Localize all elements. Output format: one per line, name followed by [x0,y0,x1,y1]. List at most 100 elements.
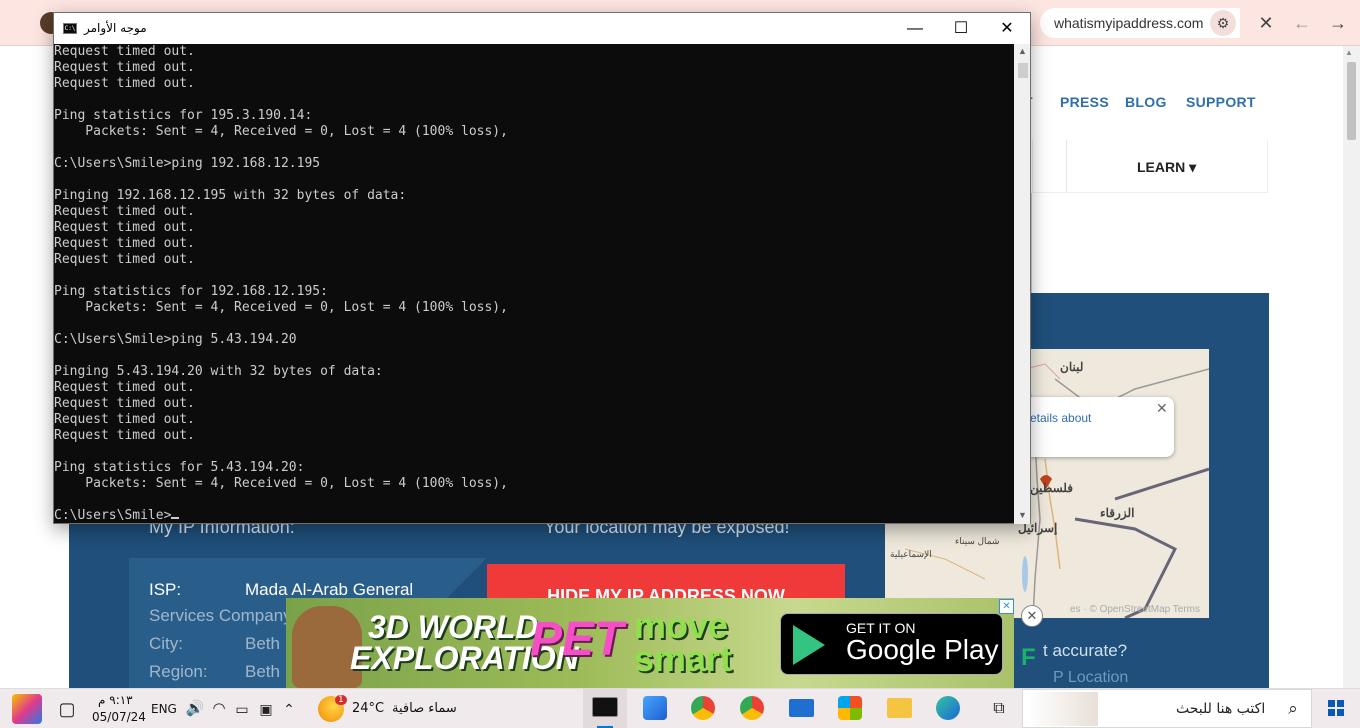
cmd-output-line: Request timed out. [54,236,195,251]
back-arrow-icon[interactable]: ← [1291,12,1313,34]
map-label-sinai: شمال سيناء [955,536,1000,546]
cmd-output-line: Request timed out. [54,60,195,75]
cmd-output-line: Packets: Sent = 4, Received = 0, Lost = … [54,300,508,315]
ip-location-link[interactable]: P Location [1053,669,1128,687]
map-label-palestine: فلسطين [1030,481,1074,495]
cmd-output-line: Request timed out. [54,428,195,443]
show-hidden-icons-chevron-icon[interactable]: ⌃ [278,698,300,720]
cmd-output-line: Request timed out. [54,220,195,235]
cmd-scrollbar[interactable] [1014,44,1030,524]
weather-condition[interactable]: سماء صافية [392,701,457,716]
widgets-icon[interactable] [12,694,42,724]
cmd-prompt-line[interactable]: C:\Users\Smile> [54,508,1014,524]
isp-value-continued: Services Company [149,606,292,625]
taskbar-mail-icon[interactable] [789,699,814,717]
taskbar-file-explorer-icon[interactable] [887,698,912,718]
taskbar-photos-icon[interactable] [643,696,667,720]
volume-icon[interactable]: 🔊 [184,698,206,720]
map-popup-text[interactable]: etails about [1030,411,1091,425]
cmd-output-line: Packets: Sent = 4, Received = 0, Lost = … [54,124,508,139]
close-icon[interactable]: ✕ [1255,12,1277,34]
close-button[interactable]: ✕ [984,13,1030,44]
cmd-output-line: Request timed out. [54,380,195,395]
forward-arrow-icon[interactable]: → [1327,12,1349,34]
cmd-scroll-up-icon[interactable]: ▲ [1018,46,1027,56]
cmd-output-line [54,172,1014,188]
minimize-button[interactable]: — [892,13,938,44]
meet-now-icon[interactable]: ▣ [255,698,277,720]
weather-temp[interactable]: 24°C [352,701,384,716]
maximize-button[interactable]: ☐ [938,13,984,44]
nav-link-press[interactable]: PRESS [1060,94,1109,110]
desktop-screen: whatismyipaddress.com ⚙ ✕ ← → ▲ T PRESS … [0,0,1360,728]
cmd-output-line: Ping statistics for 192.168.12.195: [54,284,328,299]
cmd-output-line: C:\Users\Smile>ping 192.168.12.195 [54,156,321,171]
start-windows-icon[interactable] [1328,700,1344,716]
cmd-output-line [54,444,1014,460]
learn-menu[interactable]: LEARN ▾ [1137,159,1196,176]
google-play-name: Google Play [846,634,999,665]
wifi-icon[interactable]: ◠ [208,698,230,720]
nav-link-support[interactable]: SUPPORT [1186,94,1256,110]
language-indicator[interactable]: ENG [151,702,177,716]
ad-smart-text: smart [634,638,733,679]
map-label-ismailia: الإسماعيلية [890,549,932,559]
accuracy-question: t accurate? [1043,641,1128,660]
cmd-title-bar[interactable]: C:\ موجه الأوامر — ☐ ✕ [54,13,1030,44]
menu-divider [1066,140,1067,193]
cmd-scroll-down-icon[interactable]: ▼ [1018,510,1027,520]
cmd-window[interactable]: C:\ موجه الأوامر — ☐ ✕ Request timed out… [53,12,1031,524]
cmd-output[interactable]: Request timed out. Request timed out. Requ… [54,44,1014,524]
clock-date[interactable]: 05/07/24 [92,710,146,724]
city-value: Beth [245,634,280,653]
map-attribution: es · © OpenStreetMap Terms [1070,604,1201,615]
ad-pet-logo: PET [530,613,624,666]
search-placeholder[interactable]: اكتب هنا للبحث [1176,701,1265,717]
taskbar-chrome-icon[interactable] [691,696,715,720]
cmd-output-line [54,348,1014,364]
cmd-output-line: Request timed out. [54,412,195,427]
scroll-up-arrow-icon[interactable]: ▲ [1345,48,1353,57]
cmd-output-line: Ping statistics for 5.43.194.20: [54,460,305,475]
cmd-output-line: Request timed out. [54,396,195,411]
cmd-output-line [54,268,1014,284]
cmd-output-line: Pinging 5.43.194.20 with 32 bytes of dat… [54,364,383,379]
nav-link-blog[interactable]: BLOG [1125,94,1167,110]
cmd-output-line: Request timed out. [54,252,195,267]
cmd-output-line [54,92,1014,108]
battery-icon[interactable]: ▭ [231,698,253,720]
page-scrollbar-thumb[interactable] [1347,62,1356,140]
ad-f-logo-icon[interactable]: F [1021,644,1036,672]
ip-info-panel-tab [447,558,487,598]
cmd-output-line: Packets: Sent = 4, Received = 0, Lost = … [54,476,508,491]
map-popup [1010,397,1174,457]
cmd-output-line [54,316,1014,332]
address-bar-url[interactable]: whatismyipaddress.com [1054,15,1203,31]
ad-close-button[interactable]: ✕ [1021,605,1043,627]
notifications-icon[interactable]: ▢ [56,698,78,720]
taskbar-cmd-icon[interactable] [592,697,618,717]
task-view-icon[interactable]: ⧉ [988,698,1010,720]
clock-time[interactable]: ٩:١٣ م [98,693,133,707]
cmd-scrollbar-thumb[interactable] [1018,63,1028,78]
taskbar-edge-icon[interactable] [936,696,960,720]
cmd-output-line: Request timed out. [54,76,195,91]
text-cursor [171,517,180,519]
search-highlight-image [1028,692,1098,726]
city-label: City: [149,634,183,653]
cmd-app-icon: C:\ [63,23,77,34]
cmd-output-line: Pinging 192.168.12.195 with 32 bytes of … [54,188,407,203]
hide-ip-button[interactable]: HIDE MY IP ADDRESS NOW [487,564,845,600]
weather-badge: 1 [335,695,347,705]
map-label-lebanon: لبنان [1060,360,1084,374]
page-scrollbar[interactable] [1343,46,1360,688]
cmd-output-line [54,140,1014,156]
tune-icon[interactable]: ⚙ [1210,10,1236,36]
taskbar-chrome-profile-icon[interactable] [740,696,764,720]
search-icon[interactable]: ⌕ [1282,698,1304,720]
region-value: Beth [245,662,280,681]
taskbar-store-icon[interactable] [838,696,862,720]
cmd-window-title: موجه الأوامر [84,21,147,35]
ad-choices-icon[interactable]: ✕ [999,599,1014,614]
map-popup-close-icon[interactable]: ✕ [1156,400,1168,417]
